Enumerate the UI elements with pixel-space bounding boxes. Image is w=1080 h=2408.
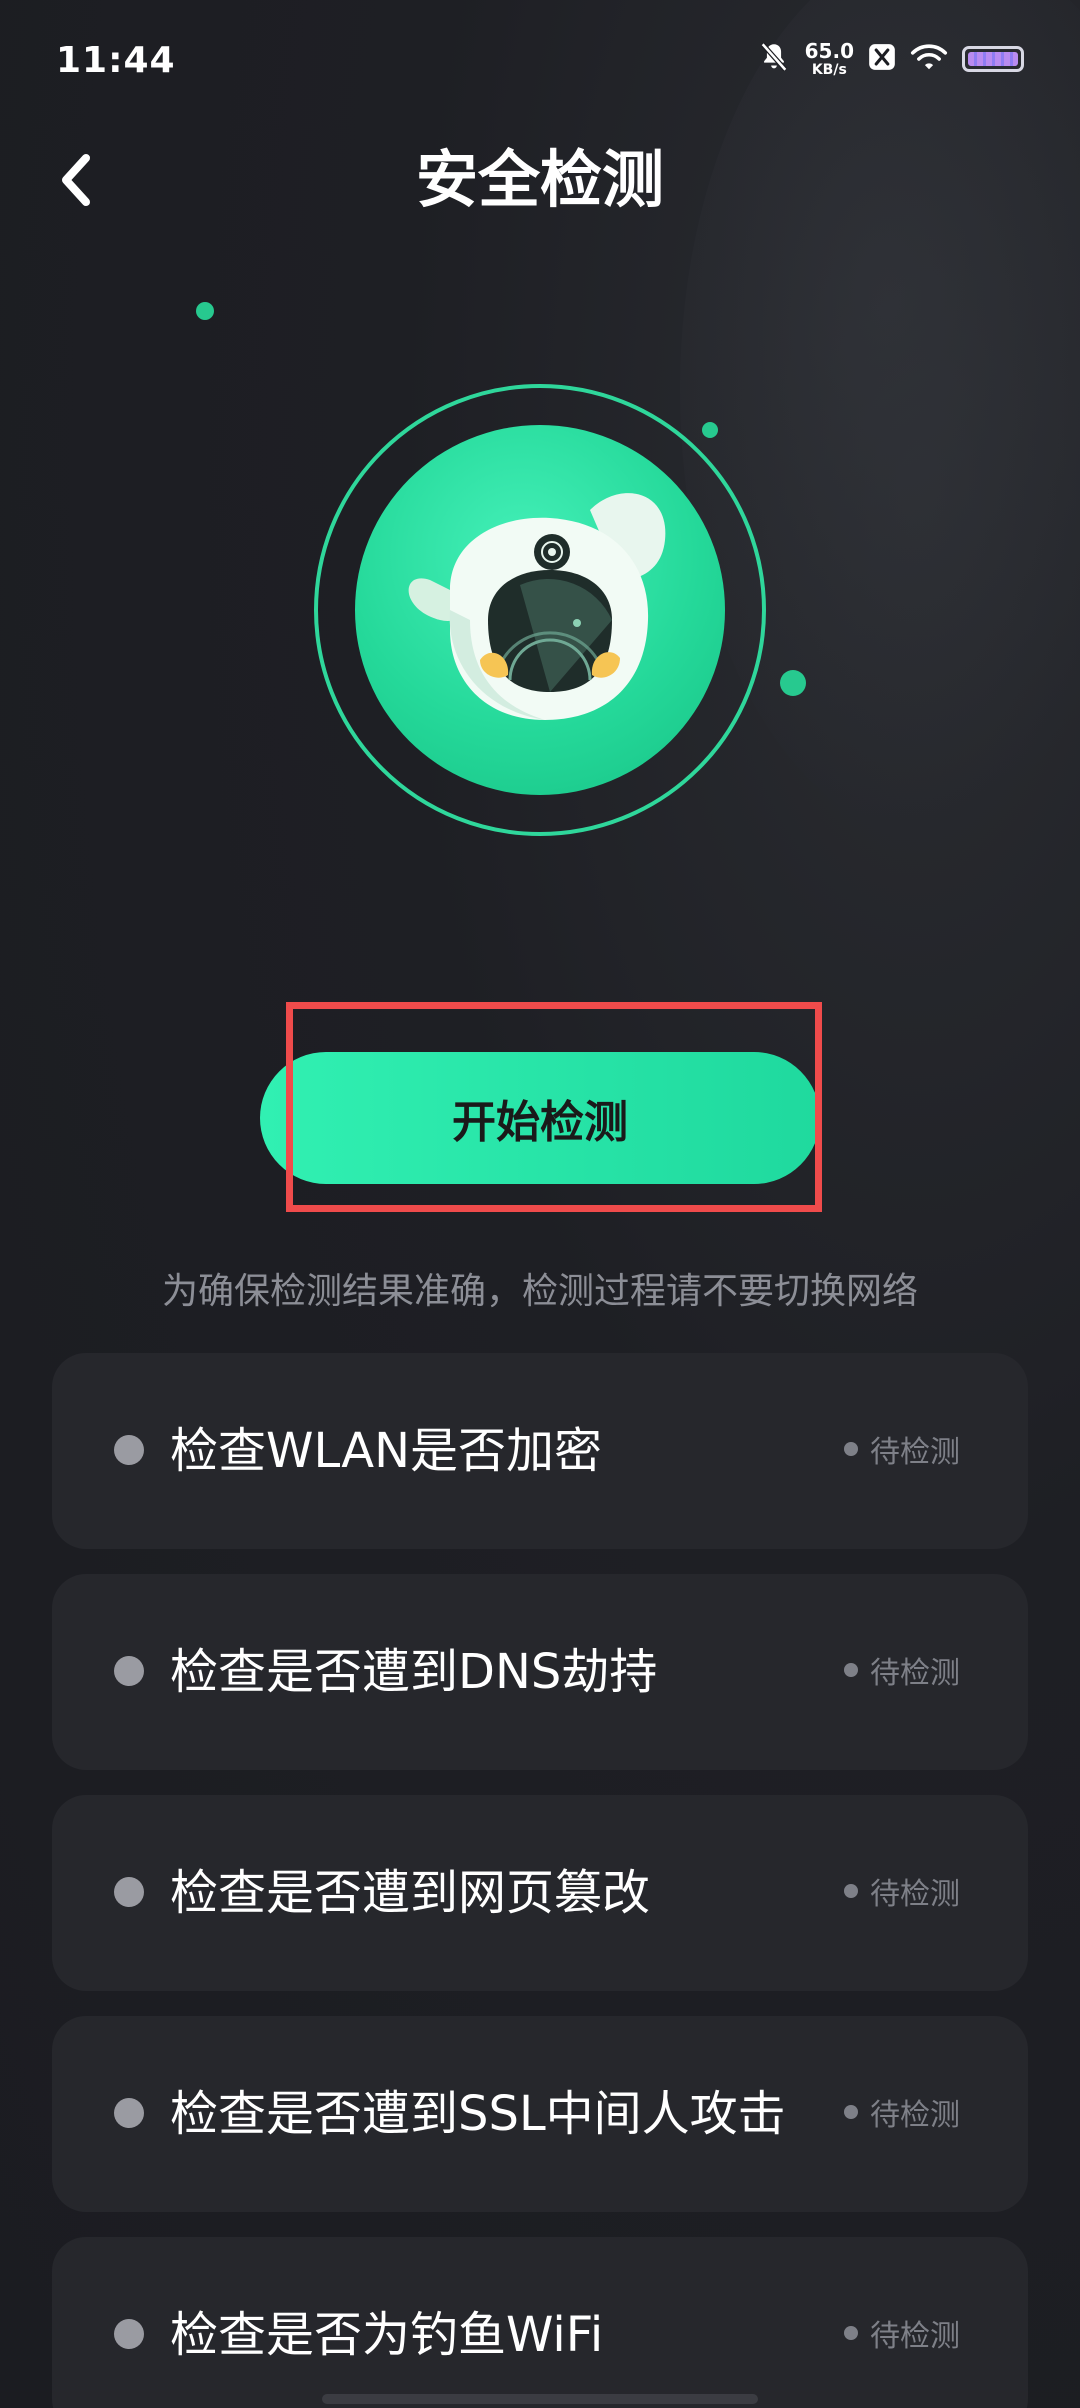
status-dot-icon xyxy=(844,1884,858,1898)
page-title: 安全检测 xyxy=(415,143,664,216)
home-indicator[interactable] xyxy=(322,2394,758,2404)
check-item-label: 检查是否遭到SSL中间人攻击 xyxy=(170,2086,786,2142)
battery-fill xyxy=(968,52,1018,66)
status-dot-icon xyxy=(844,1663,858,1677)
network-speed-value: 65.0 xyxy=(804,39,854,63)
check-item-label: 检查是否遭到DNS劫持 xyxy=(170,1644,658,1700)
hint-text: 为确保检测结果准确，检测过程请不要切换网络 xyxy=(161,1271,918,1312)
decor-dot xyxy=(780,670,806,696)
start-check-label: 开始检测 xyxy=(452,1097,628,1148)
decor-dot xyxy=(702,422,718,438)
battery-icon xyxy=(962,46,1024,72)
status-dot-icon xyxy=(844,2326,858,2340)
network-speed: 65.0 KB/s xyxy=(805,41,854,77)
mute-icon xyxy=(757,40,791,78)
check-item-label: 检查是否遭到网页篡改 xyxy=(170,1865,651,1921)
check-item-status-text: 待检测 xyxy=(870,1435,960,1470)
bullet-icon xyxy=(114,2319,144,2349)
status-time: 11:44 xyxy=(56,40,176,81)
bullet-icon xyxy=(114,1435,144,1465)
check-item-page-tamper: 检查是否遭到网页篡改 待检测 xyxy=(52,1795,1028,1991)
start-check-button[interactable]: 开始检测 xyxy=(260,1052,820,1184)
bullet-icon xyxy=(114,1877,144,1907)
status-dot-icon xyxy=(844,1442,858,1456)
check-item-status: 待检测 xyxy=(844,1648,960,1692)
check-item-status: 待检测 xyxy=(844,2090,960,2134)
check-item-phishing-wifi: 检查是否为钓鱼WiFi 待检测 xyxy=(52,2237,1028,2408)
x-app-icon xyxy=(868,43,896,75)
check-item-ssl-mitm: 检查是否遭到SSL中间人攻击 待检测 xyxy=(52,2016,1028,2212)
security-check-screen: 11:44 65.0 KB/s 安全检测 开始检测 为确保检测结果准确，检测过程… xyxy=(0,0,1080,2408)
check-item-status-text: 待检测 xyxy=(870,1877,960,1912)
check-item-label: 检查WLAN是否加密 xyxy=(170,1423,603,1479)
wifi-icon xyxy=(910,42,948,76)
check-item-status-text: 待检测 xyxy=(870,2319,960,2354)
check-item-status: 待检测 xyxy=(844,1869,960,1913)
check-item-status-text: 待检测 xyxy=(870,1656,960,1691)
check-item-status: 待检测 xyxy=(844,2311,960,2355)
check-item-status-text: 待检测 xyxy=(870,2098,960,2133)
check-item-dns-hijack: 检查是否遭到DNS劫持 待检测 xyxy=(52,1574,1028,1770)
status-icons: 65.0 KB/s xyxy=(757,40,1024,78)
network-speed-unit: KB/s xyxy=(811,62,847,78)
security-scan-mascot-icon xyxy=(408,493,666,720)
check-item-wlan-encryption: 检查WLAN是否加密 待检测 xyxy=(52,1353,1028,1549)
status-bar: 11:44 65.0 KB/s xyxy=(0,0,1080,120)
check-item-status: 待检测 xyxy=(844,1427,960,1471)
decor-dot xyxy=(196,302,214,320)
bullet-icon xyxy=(114,1656,144,1686)
status-dot-icon xyxy=(844,2105,858,2119)
check-item-label: 检查是否为钓鱼WiFi xyxy=(170,2307,604,2363)
bullet-icon xyxy=(114,2098,144,2128)
